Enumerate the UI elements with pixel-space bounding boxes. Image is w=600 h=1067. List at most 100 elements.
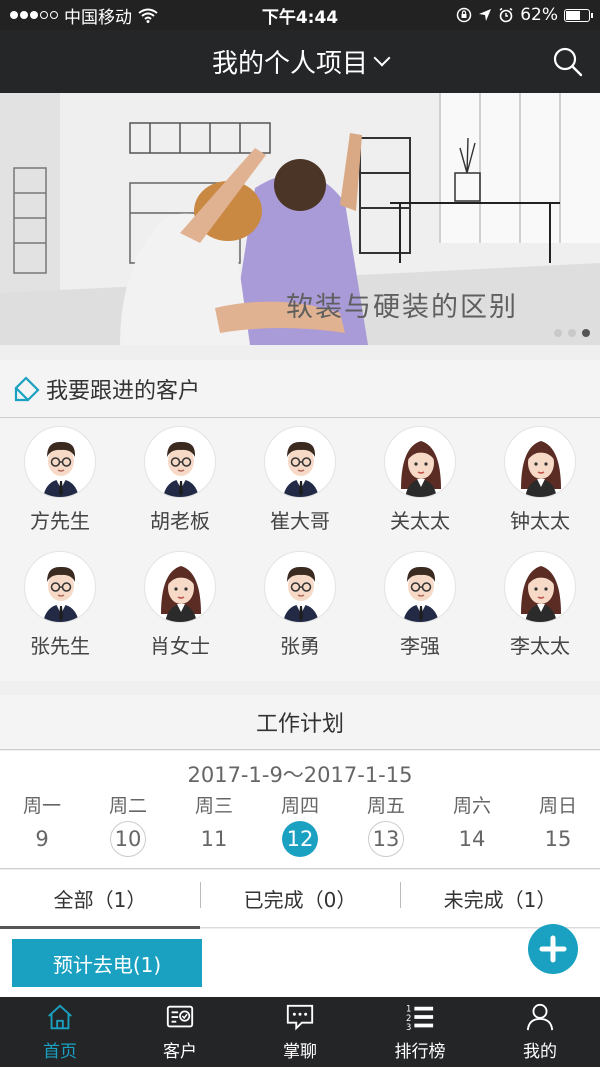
day-number: 9 (35, 827, 49, 851)
day-number: 15 (544, 827, 572, 851)
plus-icon (539, 935, 567, 963)
week-calendar: 2017-1-9～2017-1-15 周一 9 周二 10 周三 11 周四 12 周五 13 周六… (0, 751, 600, 869)
avatar (384, 551, 456, 623)
home-icon (48, 1004, 72, 1030)
tab-todo[interactable]: 未完成（1） (400, 870, 600, 927)
work-plan-title: 工作计划 (0, 695, 600, 750)
avatar (264, 426, 336, 498)
weekday-label: 周三 (194, 795, 233, 817)
status-right: 62% (456, 5, 593, 25)
tab-customer-card[interactable]: 客户 (120, 997, 240, 1067)
tab-label: 我的 (523, 1042, 557, 1062)
week-days: 周一 9 周二 10 周三 11 周四 12 周五 13 周六 14 周日 15 (0, 791, 600, 857)
tab-label: 掌聊 (283, 1042, 317, 1062)
ranking-list-icon: 123 (406, 1003, 434, 1032)
planned-call-button[interactable]: 预计去电(1) (12, 939, 202, 987)
tab-label: 首页 (43, 1042, 77, 1062)
section-header: 我要跟进的客户 (0, 360, 600, 418)
customer-item[interactable]: 李太太 (480, 551, 600, 676)
section-title: 我要跟进的客户 (46, 378, 201, 404)
signal-icon (10, 11, 58, 19)
banner-carousel[interactable]: 软装与硬装的区别 (0, 93, 600, 345)
customer-name: 关太太 (390, 509, 450, 533)
plan-list: 预计去电(1) (0, 929, 600, 997)
weekday-label: 周六 (452, 795, 491, 817)
tab-home[interactable]: 首页 (0, 997, 120, 1067)
customer-name: 李强 (400, 634, 440, 658)
customer-name: 钟太太 (510, 509, 570, 533)
avatar (24, 426, 96, 498)
calendar-day[interactable]: 周三 11 (184, 791, 244, 857)
follow-tag-icon (14, 375, 40, 402)
filter-tabs: 全部（1） 已完成（0） 未完成（1） (0, 870, 600, 929)
tab-all[interactable]: 全部（1） (0, 870, 200, 929)
tab-done[interactable]: 已完成（0） (200, 870, 400, 927)
bottom-tab-bar: 首页 客户 掌聊 1 2 3 排行榜 我的 (0, 997, 600, 1067)
weekday-label: 周日 (538, 795, 577, 817)
customer-item[interactable]: 张勇 (240, 551, 360, 676)
day-number: 14 (458, 827, 486, 851)
customer-item[interactable]: 张先生 (0, 551, 120, 676)
carousel-dots[interactable] (554, 329, 590, 337)
customer-name: 胡老板 (150, 509, 210, 533)
calendar-day[interactable]: 周一 9 (12, 791, 72, 857)
user-icon (526, 1003, 554, 1031)
customer-card-icon (166, 1005, 194, 1028)
avatar (144, 426, 216, 498)
battery-percent: 62% (520, 5, 558, 25)
weekday-label: 周二 (108, 795, 147, 817)
avatar (24, 551, 96, 623)
calendar-day[interactable]: 周四 12 (270, 791, 330, 857)
rotation-lock-icon (456, 7, 472, 23)
avatar (144, 551, 216, 623)
calendar-day[interactable]: 周二 10 (98, 791, 158, 857)
day-number: 10 (110, 821, 146, 857)
customer-item[interactable]: 李强 (360, 551, 480, 676)
nav-bar: 我的个人项目 (0, 30, 600, 93)
calendar-day[interactable]: 周日 15 (528, 791, 588, 857)
location-arrow-icon (479, 9, 492, 21)
avatar (384, 426, 456, 498)
weekday-label: 周四 (280, 795, 319, 817)
calendar-day[interactable]: 周五 13 (356, 791, 416, 857)
battery-icon (564, 8, 593, 22)
carrier-label: 中国移动 (64, 7, 132, 28)
tab-label: 排行榜 (394, 1042, 446, 1062)
page-title: 我的个人项目 (211, 49, 368, 79)
svg-text:3: 3 (406, 1022, 411, 1032)
customer-name: 方先生 (30, 509, 90, 533)
customer-item[interactable]: 崔大哥 (240, 426, 360, 551)
customer-name: 张先生 (30, 634, 90, 658)
customer-name: 张勇 (280, 634, 320, 658)
avatar (264, 551, 336, 623)
selected-day-number: 12 (282, 821, 318, 857)
chat-icon (286, 1004, 314, 1031)
wifi-icon (138, 8, 158, 23)
carousel-dot[interactable] (568, 329, 576, 337)
customer-item[interactable]: 方先生 (0, 426, 120, 551)
chevron-down-icon (373, 49, 391, 66)
avatar (504, 551, 576, 623)
follow-customers-section: 我要跟进的客户 方先生 胡老板 崔大哥 关太太 钟太太张先生 肖女士 张勇 李强 李太太 (0, 360, 600, 681)
date-range: 2017-1-9～2017-1-15 (187, 763, 413, 787)
customer-name: 崔大哥 (270, 509, 330, 533)
add-plan-button[interactable] (528, 924, 578, 974)
calendar-day[interactable]: 周六 14 (442, 791, 502, 857)
weekday-label: 周一 (22, 795, 61, 817)
tab-chat[interactable]: 掌聊 (240, 997, 360, 1067)
day-number: 13 (368, 821, 404, 857)
customer-name: 李太太 (510, 634, 570, 658)
tab-user[interactable]: 我的 (480, 997, 600, 1067)
project-title-dropdown[interactable]: 我的个人项目 (211, 43, 391, 80)
tab-label: 客户 (163, 1042, 197, 1062)
carousel-dot-active[interactable] (582, 329, 590, 337)
carousel-dot[interactable] (554, 329, 562, 337)
customer-item[interactable]: 钟太太 (480, 426, 600, 551)
customer-name: 肖女士 (150, 634, 210, 658)
search-icon[interactable] (552, 46, 584, 78)
tab-ranking-list[interactable]: 1 2 3 排行榜 (360, 997, 480, 1067)
customer-item[interactable]: 胡老板 (120, 426, 240, 551)
customer-item[interactable]: 肖女士 (120, 551, 240, 676)
day-number: 11 (200, 827, 228, 851)
customer-item[interactable]: 关太太 (360, 426, 480, 551)
